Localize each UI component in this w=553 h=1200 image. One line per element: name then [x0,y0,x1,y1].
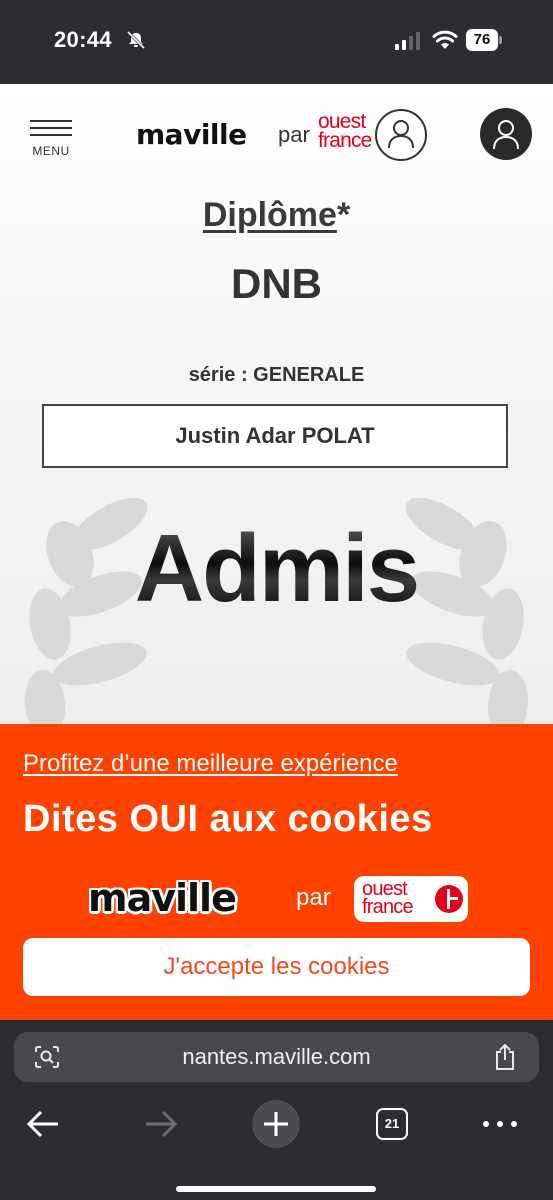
ouest-france-logo[interactable]: ouest france [318,111,378,151]
browser-toolbar: nantes.maville.com 21 [0,1020,553,1200]
cookie-title: Dites OUI aux cookies [23,798,433,840]
serie-text: série : GENERALE [188,364,365,386]
menu-label: MENU [32,144,70,158]
cookie-ouest-france-logo: ouest france [354,876,468,922]
cookie-ouest-france-text: ouest france [362,878,414,918]
plus-icon [264,1112,288,1136]
tabs-icon: 21 [376,1108,408,1140]
user-outline-icon[interactable] [375,109,427,161]
cookie-maville-logo: maville [88,876,237,920]
home-indicator[interactable] [176,1186,376,1192]
signal-icon [395,32,420,50]
cookie-info-link[interactable]: Profitez d’une meilleure expérience [23,750,398,778]
more-button[interactable] [478,1104,522,1144]
url-bar[interactable]: nantes.maville.com [14,1032,539,1082]
diplome-value: DNB [231,260,322,307]
back-button[interactable] [24,1104,64,1144]
status-time: 20:44 [54,27,112,52]
status-bar: 20:44 76 [0,0,553,84]
url-text: nantes.maville.com [182,1044,371,1069]
battery-icon: 76 [466,29,502,51]
result-status: Admis [0,514,553,624]
back-arrow-icon [26,1110,58,1138]
battery-level: 76 [466,29,498,51]
new-tab-button[interactable] [252,1100,300,1148]
web-page: MENU maville par ouest france Diplôme* D… [0,84,553,724]
diplome-heading: Diplôme* [0,196,553,235]
site-header: MENU maville par ouest france [0,84,553,184]
account-icon[interactable] [480,108,532,160]
logo-par-text: par [278,122,310,147]
wifi-icon [432,30,458,49]
mute-icon [126,30,146,50]
tabs-button[interactable]: 21 [372,1104,412,1144]
forward-arrow-icon [146,1110,178,1138]
cookie-logo-par-text: par [296,884,331,911]
menu-button[interactable]: MENU [26,120,76,164]
more-icon [483,1121,517,1127]
forward-button[interactable] [140,1104,180,1144]
candidate-name: Justin Adar POLAT [42,404,508,468]
diplome-label: Diplôme [202,196,337,234]
diplome-asterisk: * [336,196,351,234]
maville-logo[interactable]: maville [136,118,247,151]
accept-cookies-button[interactable]: J'accepte les cookies [23,938,530,996]
share-icon[interactable] [492,1043,518,1071]
cookie-banner: Profitez d’une meilleure expérience Dite… [0,724,553,1020]
ouest-france-mark-icon [435,885,463,913]
